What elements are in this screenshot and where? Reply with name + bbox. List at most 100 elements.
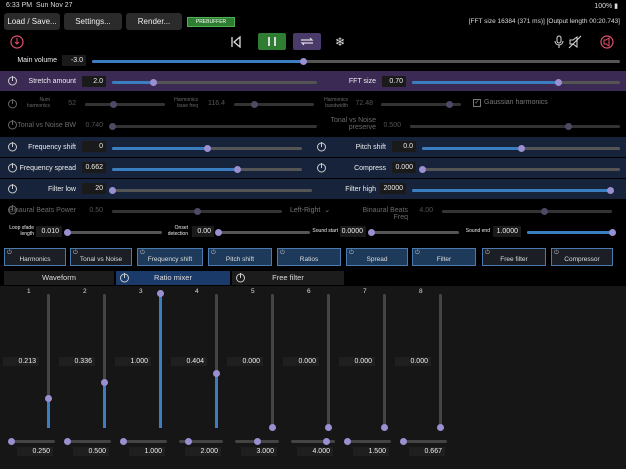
channel-level-knob[interactable] — [45, 395, 52, 403]
tonal-preserve-value[interactable]: 0.500 — [378, 120, 404, 131]
binaural-power-value[interactable]: 0.50 — [82, 205, 106, 216]
tab-free-filter[interactable]: Free filter — [232, 271, 344, 285]
main-volume-slider[interactable] — [92, 58, 620, 65]
channel-ratio-knob[interactable] — [184, 438, 192, 445]
onset-value[interactable]: 0.00 — [192, 226, 214, 237]
loop-xfade-slider[interactable] — [64, 229, 162, 236]
slider-knob[interactable] — [541, 208, 548, 215]
binaural-freq-slider[interactable] — [442, 208, 612, 215]
harmonics-power-icon[interactable] — [7, 98, 18, 109]
channel-level-slider[interactable] — [325, 294, 332, 431]
slider-knob[interactable] — [64, 229, 71, 236]
chain-item-spread[interactable]: ⏻ Spread — [346, 248, 408, 266]
freq-spread-slider[interactable] — [112, 166, 302, 173]
stretch-value[interactable]: 2.0 — [82, 76, 106, 87]
chain-item-ratios[interactable]: ⏻ Ratios — [277, 248, 341, 266]
channel-level-knob[interactable] — [213, 369, 220, 377]
channel-ratio-value[interactable]: 0.667 — [409, 447, 445, 456]
gaussian-checkbox[interactable]: ✓ — [473, 99, 481, 107]
chain-item-harmonics[interactable]: ⏻ Harmonics — [4, 248, 66, 266]
loop-xfade-value[interactable]: 0.010 — [36, 226, 62, 237]
slider-knob[interactable] — [554, 79, 562, 86]
channel-level-slider[interactable] — [269, 294, 276, 431]
channel-ratio-slider[interactable] — [344, 438, 391, 445]
slider-knob[interactable] — [518, 145, 525, 152]
channel-ratio-slider[interactable] — [120, 438, 167, 445]
chain-power-icon[interactable]: ⏻ — [140, 242, 145, 264]
channel-level-knob[interactable] — [325, 424, 332, 431]
free-filter-power-icon[interactable] — [235, 272, 246, 283]
main-volume-value[interactable]: -3.0 — [62, 55, 86, 66]
tonal-preserve-slider[interactable] — [410, 123, 620, 130]
channel-level-value[interactable]: 0.404 — [171, 357, 207, 366]
channel-ratio-value[interactable]: 3.000 — [241, 447, 277, 456]
slider-knob[interactable] — [215, 229, 222, 236]
tonal-bw-value[interactable]: 0.740 — [80, 120, 106, 131]
mute-icon[interactable] — [568, 35, 582, 49]
tonal-bw-slider[interactable] — [109, 123, 317, 130]
slider-knob[interactable] — [110, 101, 117, 108]
channel-level-slider[interactable] — [45, 294, 52, 428]
channel-level-knob[interactable] — [157, 290, 164, 297]
chain-item-tonal-vs-noise[interactable]: ⏻ Tonal vs Noise — [70, 248, 132, 266]
sound-start-slider[interactable] — [368, 229, 459, 236]
settings-button[interactable]: Settings... — [64, 13, 122, 30]
channel-level-value[interactable]: 0.213 — [3, 357, 39, 366]
freeze-icon[interactable]: ❄ — [335, 35, 345, 49]
chain-power-icon[interactable]: ⏻ — [349, 242, 354, 264]
num-harmonics-value[interactable]: 52 — [55, 98, 79, 109]
output-icon[interactable] — [600, 35, 614, 49]
channel-ratio-knob[interactable] — [323, 438, 331, 445]
fft-size-slider[interactable] — [412, 79, 620, 86]
slider-knob[interactable] — [109, 187, 116, 194]
channel-ratio-value[interactable]: 0.250 — [17, 447, 53, 456]
channel-ratio-knob[interactable] — [254, 438, 261, 445]
freq-shift-value[interactable]: 0 — [82, 141, 106, 152]
record-icon[interactable] — [10, 35, 24, 49]
channel-level-value[interactable]: 0.000 — [395, 357, 431, 366]
channel-level-value[interactable]: 0.000 — [227, 357, 263, 366]
channel-ratio-slider[interactable] — [64, 438, 111, 445]
slider-knob[interactable] — [446, 101, 453, 108]
channel-ratio-value[interactable]: 1.500 — [353, 447, 389, 456]
tab-ratio-mixer[interactable]: Ratio mixer — [116, 271, 230, 285]
stretch-slider[interactable] — [112, 79, 317, 86]
slider-knob[interactable] — [251, 101, 258, 108]
channel-ratio-knob[interactable] — [8, 438, 15, 445]
channel-level-value[interactable]: 0.000 — [339, 357, 375, 366]
chain-power-icon[interactable]: ⏻ — [554, 242, 559, 264]
render-button[interactable]: Render... — [126, 13, 182, 30]
channel-level-slider[interactable] — [437, 294, 444, 431]
slider-knob[interactable] — [368, 229, 375, 236]
channel-level-value[interactable]: 1.000 — [115, 357, 151, 366]
slider-knob[interactable] — [150, 79, 157, 86]
chain-item-frequency-shift[interactable]: ⏻ Frequency shift — [137, 248, 203, 266]
slider-knob[interactable] — [204, 145, 211, 152]
channel-level-slider[interactable] — [101, 294, 108, 428]
slider-knob[interactable] — [564, 123, 572, 130]
channel-ratio-slider[interactable] — [179, 438, 223, 445]
channel-ratio-slider[interactable] — [291, 438, 335, 445]
channel-ratio-knob[interactable] — [120, 438, 127, 445]
channel-level-knob[interactable] — [437, 424, 444, 431]
chain-power-icon[interactable]: ⏻ — [485, 242, 490, 264]
channel-ratio-knob[interactable] — [344, 438, 351, 445]
chain-power-icon[interactable]: ⏻ — [280, 242, 285, 264]
compress-value[interactable]: 0.000 — [392, 162, 416, 173]
slider-knob[interactable] — [194, 208, 201, 215]
channel-level-slider[interactable] — [157, 290, 164, 428]
freq-spread-value[interactable]: 0.662 — [82, 162, 106, 173]
channel-ratio-slider[interactable] — [8, 438, 55, 445]
channel-level-knob[interactable] — [269, 424, 276, 431]
slider-knob[interactable] — [609, 229, 616, 236]
num-harmonics-slider[interactable] — [85, 101, 165, 108]
chain-item-compressor[interactable]: ⏻ Compressor — [551, 248, 613, 266]
channel-level-value[interactable]: 0.000 — [283, 357, 319, 366]
binaural-mode-select[interactable]: Left-Right ⌄ — [290, 206, 330, 214]
channel-level-slider[interactable] — [213, 294, 220, 428]
slider-knob[interactable] — [109, 123, 116, 130]
onset-slider[interactable] — [215, 229, 310, 236]
channel-ratio-value[interactable]: 2.000 — [185, 447, 221, 456]
sound-start-value[interactable]: 0.0000 — [340, 226, 366, 237]
chain-power-icon[interactable]: ⏻ — [7, 242, 12, 264]
